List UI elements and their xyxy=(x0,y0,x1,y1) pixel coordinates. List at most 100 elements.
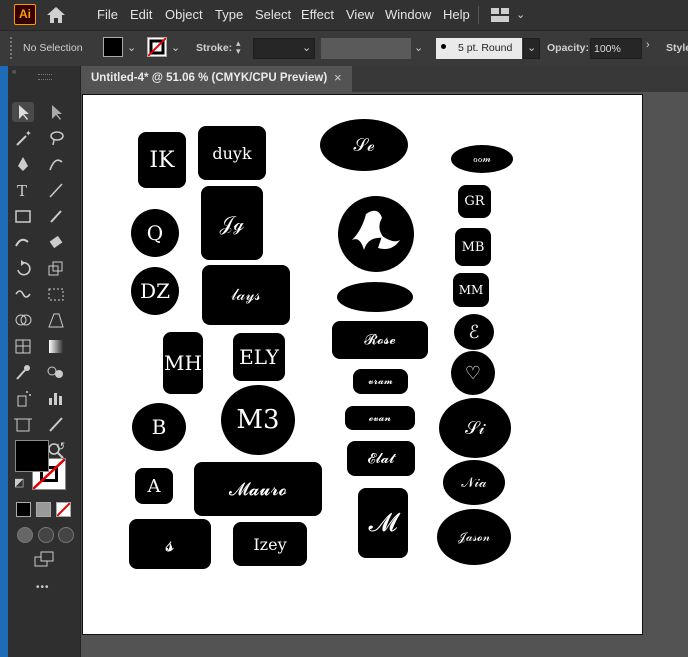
edit-toolbar-icon[interactable]: ••• xyxy=(36,582,50,593)
curvature-tool-icon[interactable] xyxy=(45,154,67,174)
logo-oval-sig-1[interactable]: 𝒮ℯ xyxy=(320,119,408,171)
eyedropper-tool-icon[interactable] xyxy=(12,362,34,382)
paintbrush-tool-icon[interactable] xyxy=(45,206,67,226)
lasso-tool-icon[interactable] xyxy=(45,128,67,148)
workspace-chevron-down-icon[interactable]: ⌄ xyxy=(516,8,525,21)
logo-duyk[interactable]: duyk xyxy=(198,126,266,180)
logo-wide-sig[interactable]: 𝓜𝓪𝓾𝓻𝓸 xyxy=(194,462,322,516)
logo-script-box-1[interactable]: 𝒥ℊ xyxy=(201,186,263,260)
menu-type[interactable]: Type xyxy=(215,7,243,22)
mesh-tool-icon[interactable] xyxy=(12,336,34,356)
stroke-weight-stepper[interactable]: ▴ ▾ xyxy=(236,39,250,57)
blend-tool-icon[interactable] xyxy=(45,362,67,382)
logo-izey[interactable]: Izey xyxy=(233,522,307,566)
svg-text:✦: ✦ xyxy=(25,129,32,138)
logo-m3[interactable]: M3 xyxy=(221,385,295,455)
stroke-weight-chevron-down-icon[interactable]: ⌄ xyxy=(302,41,311,54)
logo-ik[interactable]: IK xyxy=(138,132,186,188)
logo-sig-oval-2[interactable]: 𝒮𝒾 xyxy=(439,398,511,458)
logo-mh[interactable]: MH xyxy=(163,332,203,394)
eraser-tool-icon[interactable] xyxy=(45,232,67,252)
draw-normal-icon[interactable] xyxy=(17,527,33,543)
logo-scribble-box[interactable]: 𝓼 xyxy=(129,519,211,569)
magic-wand-tool-icon[interactable]: ✦ xyxy=(12,128,34,148)
logo-bram[interactable]: 𝓿𝓻𝓪𝓶 xyxy=(353,369,408,394)
shaper-tool-icon[interactable] xyxy=(12,232,34,252)
default-fill-stroke-icon[interactable]: ◩ xyxy=(14,476,24,489)
fill-swatch[interactable] xyxy=(103,37,123,57)
brush-definition-field[interactable]: 5 pt. Round xyxy=(436,38,522,59)
pen-tool-icon[interactable] xyxy=(12,154,34,174)
logo-heart-circle[interactable]: ♡ xyxy=(451,351,495,395)
direct-selection-tool-icon[interactable] xyxy=(45,102,67,122)
logo-nia-oval[interactable]: 𝒩𝒾𝒶 xyxy=(443,460,505,505)
menu-effect[interactable]: Effect xyxy=(301,7,334,22)
screen-mode-icon[interactable] xyxy=(34,551,54,567)
artboard-tool-icon[interactable] xyxy=(12,414,34,434)
logo-mb[interactable]: MB xyxy=(455,228,491,266)
draw-behind-icon[interactable] xyxy=(38,527,54,543)
menu-select[interactable]: Select xyxy=(255,7,291,22)
logo-lays[interactable]: 𝓁𝒶𝓎𝓈 xyxy=(202,265,290,325)
logo-oval-small-1[interactable]: ℴℴ𝓂 xyxy=(451,145,513,173)
close-tab-icon[interactable]: × xyxy=(334,70,342,85)
none-mode-icon[interactable] xyxy=(56,502,71,517)
logo-mm[interactable]: MM xyxy=(453,273,489,307)
color-mode-icon[interactable] xyxy=(16,502,31,517)
menu-help[interactable]: Help xyxy=(443,7,470,22)
logo-text: MH xyxy=(164,351,202,375)
logo-rose-circle[interactable] xyxy=(338,196,414,272)
slice-tool-icon[interactable] xyxy=(45,414,67,434)
logo-elat[interactable]: 𝓔𝓵𝓪𝓽 xyxy=(347,441,415,476)
fill-chevron-down-icon[interactable]: ⌄ xyxy=(127,41,136,54)
home-icon[interactable] xyxy=(46,6,66,24)
gradient-mode-icon[interactable] xyxy=(36,502,51,517)
workspace-switcher-icon[interactable] xyxy=(491,8,513,22)
perspective-grid-tool-icon[interactable] xyxy=(45,310,67,330)
logo-b-circle[interactable]: B xyxy=(132,403,186,451)
rectangle-tool-icon[interactable] xyxy=(12,206,34,226)
opacity-field[interactable]: 100% xyxy=(590,38,642,59)
stroke-swatch[interactable] xyxy=(147,37,167,57)
rotate-tool-icon[interactable] xyxy=(12,258,34,278)
logo-e-circle[interactable]: ℰ xyxy=(454,314,494,350)
control-bar: No Selection ⌄ ⌄ Stroke: ▴ ▾ ⌄ ⌄ 5 pt. Ro… xyxy=(0,30,688,67)
stroke-chevron-down-icon[interactable]: ⌄ xyxy=(171,41,180,54)
logo-jason-oval[interactable]: 𝒥𝒶𝓈𝓸𝓃 xyxy=(437,509,511,565)
grip-handle[interactable] xyxy=(10,37,14,59)
scale-tool-icon[interactable] xyxy=(45,258,67,278)
column-graph-tool-icon[interactable] xyxy=(45,388,67,408)
menu-edit[interactable]: Edit xyxy=(130,7,152,22)
menu-file[interactable]: File xyxy=(97,7,118,22)
symbol-sprayer-tool-icon[interactable] xyxy=(12,388,34,408)
document-tab[interactable]: Untitled-4* @ 51.06 % (CMYK/CPU Preview)… xyxy=(81,66,352,92)
opacity-arrow-icon[interactable]: › xyxy=(646,39,650,51)
shape-builder-tool-icon[interactable] xyxy=(12,310,34,330)
logo-dz[interactable]: DZ xyxy=(131,267,179,315)
menu-object[interactable]: Object xyxy=(165,7,203,22)
swap-fill-stroke-icon[interactable]: ↺ xyxy=(56,440,65,453)
logo-ely[interactable]: ELY xyxy=(233,333,285,381)
logo-evan[interactable]: 𝓮𝓿𝓪𝓷 xyxy=(345,406,415,430)
brush-dropdown[interactable]: ⌄ xyxy=(523,38,540,59)
draw-inside-icon[interactable] xyxy=(58,527,74,543)
selection-tool-icon[interactable] xyxy=(12,102,34,122)
logo-gr[interactable]: GR xyxy=(458,185,491,218)
menu-view[interactable]: View xyxy=(346,7,374,22)
type-tool-icon[interactable]: T xyxy=(12,180,34,200)
logo-a-box[interactable]: A xyxy=(135,468,173,504)
logo-q-circle[interactable]: Q xyxy=(131,209,179,257)
logo-tall-sig[interactable]: 𝓜 xyxy=(358,488,408,558)
logo-mallory[interactable]: 𝒨𝒶𝓁𝓁𝓇 xyxy=(337,282,413,312)
profile-chevron-down-icon[interactable]: ⌄ xyxy=(414,41,423,54)
toolbar-grip[interactable] xyxy=(38,74,52,80)
free-transform-tool-icon[interactable] xyxy=(45,284,67,304)
artboard[interactable]: IK duyk 𝒮ℯ ℴℴ𝓂 GR 𝒥ℊ Q MB MM DZ 𝓁𝒶𝓎𝓈 𝒨𝒶𝓁𝓁𝓇 ℰ ♡ 𝓡𝓸𝓼𝓮 MH E… xyxy=(82,94,643,635)
gradient-tool-icon[interactable] xyxy=(45,336,67,356)
variable-width-profile[interactable] xyxy=(321,38,411,59)
logo-rose-sig[interactable]: 𝓡𝓸𝓼𝓮 xyxy=(332,321,428,359)
line-tool-icon[interactable] xyxy=(45,180,67,200)
menu-window[interactable]: Window xyxy=(385,7,431,22)
warp-tool-icon[interactable] xyxy=(12,284,34,304)
fill-color-swatch[interactable] xyxy=(15,440,49,472)
